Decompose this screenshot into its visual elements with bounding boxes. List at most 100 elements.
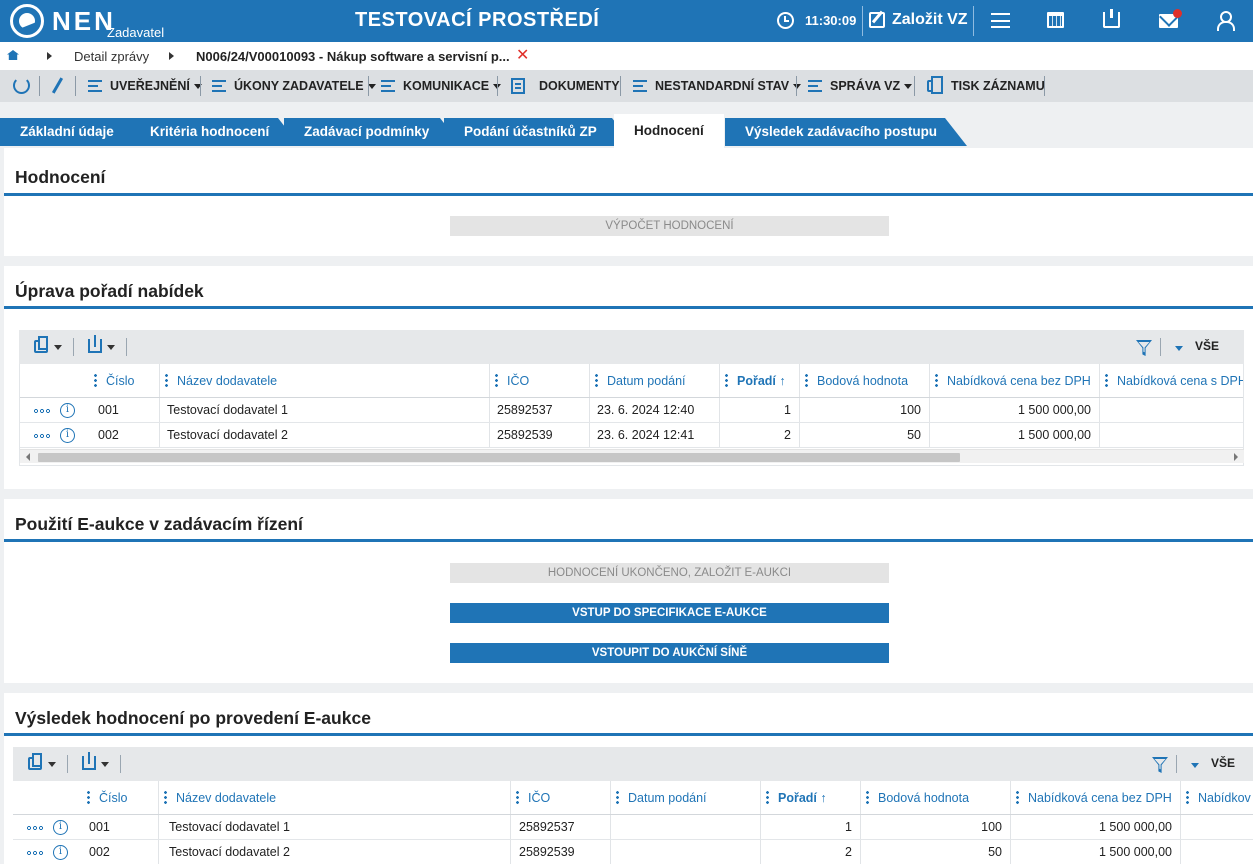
column-menu-icon[interactable]: [866, 789, 869, 804]
tab-hodnoceni[interactable]: Hodnocení: [614, 114, 724, 148]
column-menu-icon[interactable]: [1105, 372, 1108, 387]
column-menu-icon[interactable]: [87, 789, 90, 804]
export-icon[interactable]: [28, 753, 42, 770]
col-poradi[interactable]: Pořadí ↑: [766, 781, 827, 815]
user-icon[interactable]: [1216, 11, 1235, 31]
col-ico[interactable]: IČO: [495, 364, 529, 398]
ukony-zadavatele-menu[interactable]: ÚKONY ZADAVATELE: [212, 70, 376, 102]
inbox-icon[interactable]: [1103, 9, 1120, 28]
aukcni-sin-button[interactable]: VSTOUPIT DO AUKČNÍ SÍNĚ: [450, 643, 889, 663]
more-icon[interactable]: [33, 434, 51, 438]
col-datum[interactable]: Datum podání: [595, 364, 686, 398]
cell-ico: 25892539: [519, 845, 575, 859]
close-icon[interactable]: ✕: [516, 45, 529, 65]
caret-down-icon[interactable]: [107, 345, 115, 350]
column-menu-icon[interactable]: [94, 372, 97, 387]
column-menu-icon[interactable]: [935, 372, 938, 387]
caret-down-icon[interactable]: [101, 762, 109, 767]
column-border: [1099, 398, 1100, 422]
zalozit-e-aukci-button[interactable]: HODNOCENÍ UKONČENO, ZALOŽIT E-AUKCI: [450, 563, 889, 583]
komunikace-menu[interactable]: KOMUNIKACE: [381, 70, 502, 102]
nen-logo-icon[interactable]: [10, 4, 44, 38]
menu-icon[interactable]: [991, 13, 1010, 28]
share-icon[interactable]: [88, 335, 102, 353]
filter-icon[interactable]: [1152, 757, 1168, 773]
specifikace-e-aukce-button[interactable]: VSTUP DO SPECIFIKACE E-AUKCE: [450, 603, 889, 623]
column-border: [589, 364, 590, 397]
info-icon[interactable]: i: [53, 845, 68, 860]
col-poradi[interactable]: Pořadí ↑: [725, 364, 786, 398]
komunikace-label: KOMUNIKACE: [403, 79, 490, 93]
column-menu-icon[interactable]: [516, 789, 519, 804]
column-menu-icon[interactable]: [1016, 789, 1019, 804]
create-vz-button[interactable]: Založit VZ: [892, 11, 968, 29]
col-cislo[interactable]: Číslo: [87, 781, 127, 815]
info-icon[interactable]: i: [53, 820, 68, 835]
col-s-dph[interactable]: Nabídková cena s DPH: [1105, 364, 1243, 398]
column-border: [159, 423, 160, 447]
column-menu-icon[interactable]: [725, 372, 728, 387]
table-row[interactable]: i 002 Testovací dodavatel 2 25892539 23.…: [20, 423, 1243, 448]
calendar-icon[interactable]: [1047, 12, 1064, 28]
edit-icon[interactable]: [869, 12, 885, 28]
column-menu-icon[interactable]: [595, 372, 598, 387]
tab-vysledek-zadavaciho-postupu[interactable]: Výsledek zadávacího postupu: [725, 118, 967, 146]
uverejneni-menu[interactable]: UVEŘEJNĚNÍ: [88, 70, 202, 102]
scroll-thumb[interactable]: [38, 453, 960, 462]
scroll-right-icon[interactable]: [1234, 453, 1238, 461]
col-bez-dph[interactable]: Nabídková cena bez DPH: [935, 364, 1091, 398]
col-cislo[interactable]: Číslo: [94, 364, 134, 398]
column-menu-icon[interactable]: [164, 789, 167, 804]
more-icon[interactable]: [26, 851, 44, 855]
col-datum[interactable]: Datum podání: [616, 781, 707, 815]
col-bodova[interactable]: Bodová hodnota: [866, 781, 969, 815]
info-icon[interactable]: i: [60, 428, 75, 443]
cell-poradi: 2: [845, 845, 852, 859]
caret-down-icon[interactable]: [1175, 346, 1183, 351]
column-menu-icon[interactable]: [495, 372, 498, 387]
cell-bodova: 50: [907, 428, 921, 442]
caret-down-icon[interactable]: [48, 762, 56, 767]
col-nazev[interactable]: Název dodavatele: [164, 781, 276, 815]
tab-podani-ucastniku[interactable]: Podání účastníků ZP: [444, 118, 634, 146]
column-menu-icon[interactable]: [766, 789, 769, 804]
tab-kriteria-hodnoceni[interactable]: Kritéria hodnocení: [130, 118, 300, 146]
column-menu-icon[interactable]: [1186, 789, 1189, 804]
column-menu-icon[interactable]: [616, 789, 619, 804]
vse-filter-button[interactable]: VŠE: [1195, 339, 1219, 353]
info-icon[interactable]: i: [60, 403, 75, 418]
share-icon[interactable]: [82, 752, 96, 770]
table-row[interactable]: i 002 Testovací dodavatel 2 25892539 2 5…: [13, 840, 1253, 864]
dokumenty-button[interactable]: DOKUMENTY: [511, 70, 620, 102]
tisk-zaznamu-button[interactable]: TISK ZÁZNAMU: [927, 70, 1045, 102]
column-border: [489, 364, 490, 397]
horizontal-scrollbar[interactable]: [20, 449, 1244, 463]
caret-down-icon[interactable]: [1191, 763, 1199, 768]
table-row[interactable]: i 001 Testovací dodavatel 1 25892537 23.…: [20, 398, 1243, 423]
nestandardni-stav-menu[interactable]: NESTANDARDNÍ STAV: [633, 70, 802, 102]
column-menu-icon[interactable]: [165, 372, 168, 387]
vse-filter-button[interactable]: VŠE: [1211, 756, 1235, 770]
breadcrumb-item[interactable]: Detail zprávy: [74, 49, 149, 64]
column-menu-icon[interactable]: [805, 372, 808, 387]
filter-icon[interactable]: [1136, 340, 1152, 356]
breadcrumb-item-current[interactable]: N006/24/V00010093 - Nákup software a ser…: [196, 49, 510, 64]
scroll-left-icon[interactable]: [26, 453, 30, 461]
tab-zakladni-udaje[interactable]: Základní údaje: [0, 118, 152, 146]
more-icon[interactable]: [33, 409, 51, 413]
tab-zadavaci-podminky[interactable]: Zadávací podmínky: [284, 118, 462, 146]
sprava-vz-menu[interactable]: SPRÁVA VZ: [808, 70, 913, 102]
export-icon[interactable]: [34, 336, 48, 353]
col-s-dph[interactable]: Nabídkov: [1186, 781, 1253, 815]
home-icon[interactable]: [7, 50, 19, 60]
col-ico[interactable]: IČO: [516, 781, 550, 815]
col-bodova[interactable]: Bodová hodnota: [805, 364, 908, 398]
vypocet-hodnoceni-button[interactable]: VÝPOČET HODNOCENÍ: [450, 216, 889, 236]
more-icon[interactable]: [26, 826, 44, 830]
caret-down-icon[interactable]: [54, 345, 62, 350]
refresh-icon[interactable]: [13, 77, 30, 94]
pencil-icon[interactable]: [51, 77, 64, 94]
table-row[interactable]: i 001 Testovací dodavatel 1 25892537 1 1…: [13, 815, 1253, 840]
col-bez-dph[interactable]: Nabídková cena bez DPH: [1016, 781, 1172, 815]
col-nazev[interactable]: Název dodavatele: [165, 364, 277, 398]
